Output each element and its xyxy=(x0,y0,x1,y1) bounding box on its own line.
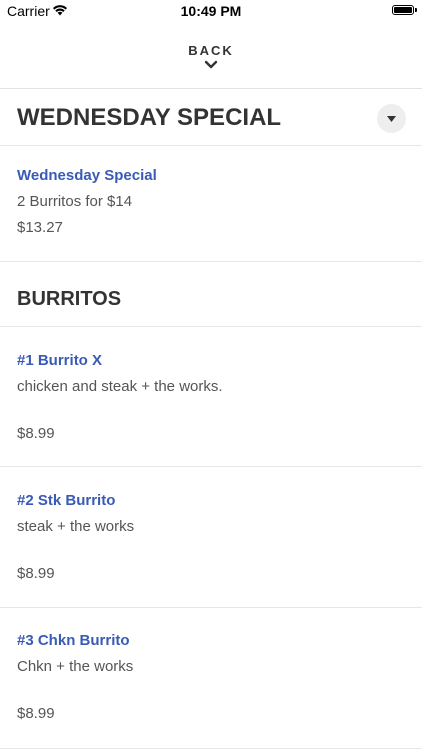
item-description: 2 Burritos for $14 xyxy=(17,193,133,210)
item-name: #3 Chkn Burrito xyxy=(17,632,130,649)
menu-item[interactable]: #2 Stk Burrito steak + the works $8.99 xyxy=(0,467,422,608)
menu-item[interactable]: Wednesday Special 2 Burritos for $14 $13… xyxy=(0,146,422,262)
battery-icon xyxy=(392,5,417,15)
back-header: BACK xyxy=(0,32,422,89)
item-description: chicken and steak + the works. xyxy=(17,378,223,395)
section-header-special: WEDNESDAY SPECIAL xyxy=(0,89,422,146)
section-title: BURRITOS xyxy=(17,288,122,310)
back-label: BACK xyxy=(188,43,234,58)
chevron-down-icon xyxy=(204,60,218,69)
item-description: steak + the works xyxy=(17,518,135,535)
item-name: #2 Stk Burrito xyxy=(17,492,116,509)
menu-item[interactable]: #1 Burrito X chicken and steak + the wor… xyxy=(0,327,422,467)
item-price: $8.99 xyxy=(17,425,55,442)
section-header-burritos: BURRITOS xyxy=(0,262,422,327)
item-price: $8.99 xyxy=(17,705,55,722)
item-name: #1 Burrito X xyxy=(17,352,103,369)
item-price: $8.99 xyxy=(17,565,55,582)
dropdown-triangle-icon xyxy=(387,116,396,122)
status-bar: Carrier 10:49 PM xyxy=(0,0,422,22)
item-description: Chkn + the works xyxy=(17,658,134,675)
menu-item[interactable]: #3 Chkn Burrito Chkn + the works $8.99 xyxy=(0,608,422,749)
item-price: $13.27 xyxy=(17,219,63,236)
section-title: WEDNESDAY SPECIAL xyxy=(17,104,282,131)
item-name: Wednesday Special xyxy=(17,167,157,184)
clock: 10:49 PM xyxy=(180,3,242,19)
dropdown-button[interactable] xyxy=(377,104,406,133)
back-button[interactable]: BACK xyxy=(161,32,261,80)
